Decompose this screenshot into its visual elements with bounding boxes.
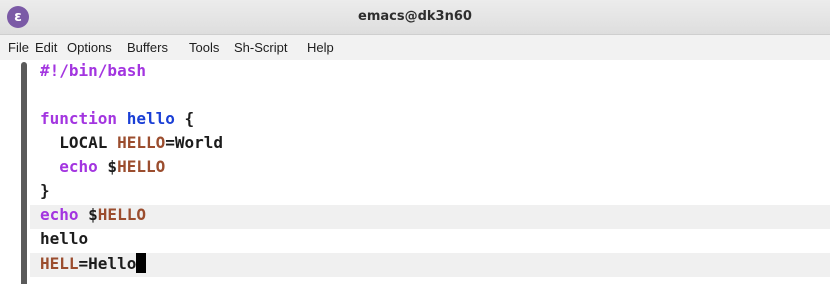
menu-edit[interactable]: Edit <box>35 40 57 55</box>
menu-options[interactable]: Options <box>67 40 112 55</box>
code-line[interactable]: HELL=Hello <box>40 253 147 277</box>
code-token-text: LOCAL <box>40 133 118 152</box>
editor-buffer[interactable]: #!/bin/bash function hello { LOCAL HELLO=… <box>0 60 830 284</box>
code-token-variable: HELL <box>40 254 79 273</box>
menu-tools[interactable]: Tools <box>189 40 219 55</box>
code-token-text: =World <box>165 133 224 152</box>
left-fringe <box>21 62 27 284</box>
text-cursor <box>136 253 147 273</box>
code-token-keyword: echo <box>40 205 79 224</box>
title-bar[interactable]: ε emacs@dk3n60 <box>0 0 830 35</box>
code-line[interactable]: echo $HELLO <box>40 157 165 181</box>
menu-buffers[interactable]: Buffers <box>127 40 168 55</box>
code-token-text: $ <box>78 205 98 224</box>
code-token-function-name: hello <box>126 109 175 128</box>
code-line[interactable]: #!/bin/bash <box>40 61 146 85</box>
code-token-variable: HELLO <box>97 205 146 224</box>
code-line[interactable]: hello <box>40 229 88 253</box>
menu-file[interactable]: File <box>8 40 29 55</box>
code-token-text: hello <box>40 229 89 248</box>
menu-bar: File Edit Options Buffers Tools Sh-Scrip… <box>0 35 830 60</box>
code-token-variable: HELLO <box>117 157 166 176</box>
code-line[interactable]: LOCAL HELLO=World <box>40 133 223 157</box>
window-title: emacs@dk3n60 <box>358 9 472 24</box>
line-highlight <box>30 205 830 229</box>
code-token-keyword: echo <box>59 157 98 176</box>
code-token-text: { <box>174 109 195 128</box>
code-token-text: } <box>40 181 50 200</box>
code-token-text: =Hello <box>78 254 137 273</box>
code-line[interactable]: echo $HELLO <box>40 205 146 229</box>
menu-help[interactable]: Help <box>307 40 334 55</box>
code-token-variable: HELLO <box>117 133 166 152</box>
code-token-keyword: function <box>40 109 118 128</box>
line-highlight <box>30 253 830 277</box>
code-token-text: $ <box>97 157 118 176</box>
code-line[interactable]: } <box>40 181 50 205</box>
code-token-keyword: #!/bin/bash <box>40 61 146 80</box>
menu-sh-script[interactable]: Sh-Script <box>234 40 287 55</box>
code-line[interactable]: function hello { <box>40 109 194 133</box>
